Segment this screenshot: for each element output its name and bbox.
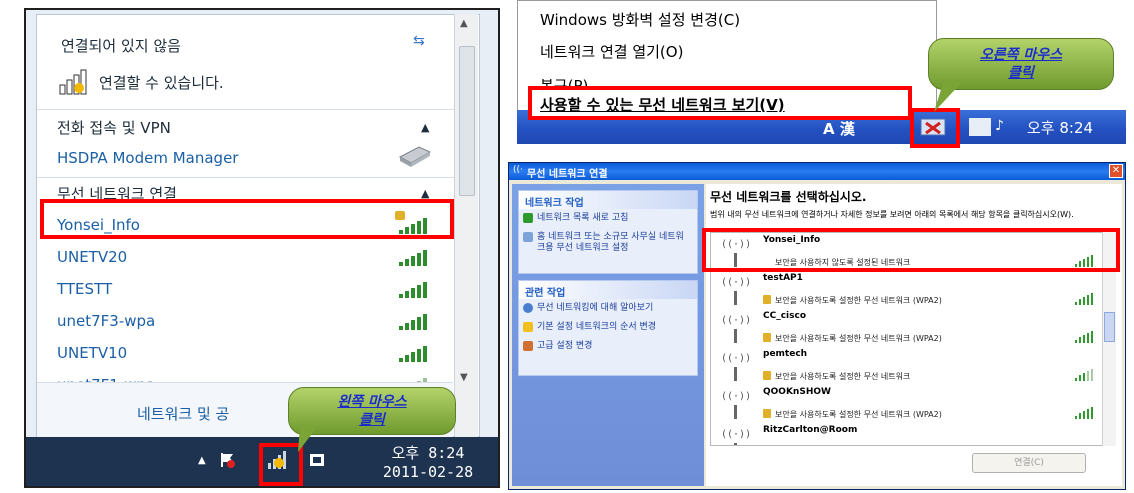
- help-icon: [523, 303, 533, 313]
- lock-icon: [763, 333, 771, 342]
- wifi-signal-icon: [399, 346, 429, 362]
- antenna-icon: ((·)): [721, 391, 753, 419]
- network-name: QOOKnSHOW: [763, 387, 831, 397]
- wifi-network-item[interactable]: UNETV20: [57, 248, 127, 266]
- network-row[interactable]: ((·)) RitzCarlton@Room: [711, 423, 1107, 445]
- network-name: RitzCarlton@Room: [763, 425, 858, 435]
- star-icon: [523, 322, 533, 332]
- dialup-item-hsdpa[interactable]: HSDPA Modem Manager: [57, 149, 238, 167]
- dialog-task-pane: 네트워크 작업 네트워크 목록 새로 고침 홈 네트워크 또는 소규모 사무실 …: [512, 184, 704, 486]
- network-security: 보안을 사용하도록 설정한 무선 네트워크 (WPA2): [775, 296, 942, 305]
- task-label: 홈 네트워크 또는 소규모 사무실 네트워크용 무선 네트워크 설정: [537, 232, 684, 253]
- scroll-up-icon[interactable]: ▲: [460, 18, 468, 29]
- network-row[interactable]: ((·)) pemtech 보안을 사용하도록 설정한 무선 네트워크: [711, 347, 1107, 385]
- signal-strength-icon: [1075, 407, 1093, 419]
- menu-item-open-connections[interactable]: 네트워크 연결 열기(O): [540, 41, 683, 62]
- callout-pointer: [298, 426, 318, 452]
- task-refresh-list[interactable]: 네트워크 목록 새로 고침: [519, 209, 697, 228]
- dialog-instructions: 범위 내의 무선 네트워크에 연결하거나 자세한 정보를 보려면 아래의 목록에…: [710, 210, 1074, 219]
- screenshot-root: 연결되어 있지 않음 ⇆ 연결할 수 있습니다. 전화 접속 및 VPN ▲ H…: [0, 0, 1134, 493]
- close-icon[interactable]: ✕: [1109, 164, 1123, 178]
- divider: [37, 109, 455, 110]
- network-signal-icon: [59, 69, 93, 95]
- taskbar-clock-date[interactable]: 2011-02-28: [374, 463, 482, 481]
- volume-icon[interactable]: ♪: [995, 118, 1013, 136]
- wireless-tray-icon[interactable]: [918, 115, 950, 139]
- dialog-title: 무선 네트워크 연결: [527, 169, 608, 180]
- connection-status-title: 연결되어 있지 않음: [61, 37, 181, 55]
- antenna-icon: ((·)): [721, 429, 753, 445]
- related-order[interactable]: 기본 설정 네트워크의 순서 변경: [519, 318, 697, 337]
- dialog-main-title: 무선 네트워크를 선택하십시오.: [710, 190, 867, 204]
- taskbar-clock-time[interactable]: 오후 8:24: [374, 442, 482, 463]
- related-learn[interactable]: 무선 네트워킹에 대해 알아보기: [519, 299, 697, 318]
- antenna-icon: ((·)): [721, 277, 753, 305]
- network-security: 보안을 사용하도록 설정한 무선 네트워크 (WPA2): [775, 410, 942, 419]
- taskbar-signal-icon[interactable]: [969, 118, 991, 136]
- scrollbar-thumb[interactable]: [459, 46, 475, 196]
- scroll-down-icon[interactable]: ▼: [460, 372, 468, 383]
- wifi-signal-icon: [399, 282, 429, 298]
- connection-status-subtitle: 연결할 수 있습니다.: [99, 74, 224, 92]
- callout-text: 오른쪽 마우스: [979, 47, 1063, 63]
- network-name: testAP1: [763, 273, 803, 283]
- network-row[interactable]: ((·)) testAP1 보안을 사용하도록 설정한 무선 네트워크 (WPA…: [711, 271, 1107, 309]
- task-setup-network[interactable]: 홈 네트워크 또는 소규모 사무실 네트워크용 무선 네트워크 설정: [519, 228, 697, 258]
- divider: [37, 177, 455, 178]
- wifi-network-item[interactable]: UNETV10: [57, 344, 127, 362]
- lock-icon: [763, 295, 771, 304]
- network-security: 보안을 사용하도록 설정한 무선 네트워크: [775, 372, 911, 381]
- callout-text: 왼쪽 마우스: [337, 394, 407, 410]
- show-hidden-icons-icon[interactable]: ▲: [198, 455, 206, 466]
- task-label: 무선 네트워킹에 대해 알아보기: [537, 303, 654, 313]
- scrollbar-thumb[interactable]: [1104, 312, 1115, 342]
- refresh-icon: [523, 213, 533, 223]
- callout-text: 클릭: [1008, 65, 1034, 81]
- antenna-icon: ((·)): [721, 353, 753, 381]
- signal-strength-icon: [1075, 293, 1093, 305]
- wifi-signal-icon: [399, 250, 429, 266]
- callout-pointer: [934, 80, 964, 112]
- task-label: 기본 설정 네트워크의 순서 변경: [537, 322, 657, 332]
- wifi-network-item[interactable]: TTESTT: [57, 280, 112, 298]
- network-tasks-box: 네트워크 작업 네트워크 목록 새로 고침 홈 네트워크 또는 소규모 사무실 …: [518, 190, 698, 274]
- wifi-network-item[interactable]: unet7F3-wpa: [57, 312, 155, 330]
- wireless-app-icon: ((·: [513, 165, 523, 175]
- modem-icon: [397, 143, 433, 169]
- collapse-caret-icon[interactable]: ▲: [421, 121, 429, 134]
- wizard-icon: [523, 232, 533, 242]
- related-tasks-box: 관련 작업 무선 네트워킹에 대해 알아보기 기본 설정 네트워크의 순서 변경…: [518, 280, 698, 376]
- lock-icon: [763, 371, 771, 380]
- language-bar[interactable]: A 漢: [823, 118, 855, 139]
- highlight-box-yonsei-info: [40, 199, 454, 239]
- task-label: 네트워크 목록 새로 고침: [537, 213, 629, 223]
- network-row[interactable]: ((·)) CC_cisco 보안을 사용하도록 설정한 무선 네트워크 (WP…: [711, 309, 1107, 347]
- dialog-titlebar: ((· 무선 네트워크 연결 ✕: [509, 163, 1125, 180]
- signal-strength-icon: [1075, 331, 1093, 343]
- highlight-box-yonsei-xp: [702, 228, 1120, 272]
- network-name: pemtech: [763, 349, 808, 359]
- network-security: 보안을 사용하도록 설정한 무선 네트워크 (WPA2): [775, 334, 942, 343]
- refresh-arrows-icon[interactable]: ⇆: [413, 33, 425, 49]
- task-box-heading: 네트워크 작업: [519, 191, 697, 209]
- antenna-icon: ((·)): [721, 315, 753, 343]
- related-advanced[interactable]: 고급 설정 변경: [519, 337, 697, 356]
- connect-button[interactable]: 연결(C): [972, 453, 1086, 473]
- network-row[interactable]: ((·)) QOOKnSHOW 보안을 사용하도록 설정한 무선 네트워크 (W…: [711, 385, 1107, 423]
- action-center-flag-icon[interactable]: [218, 451, 236, 469]
- highlight-box-view-wireless: [528, 86, 912, 120]
- lock-icon: [763, 409, 771, 418]
- settings-icon: [523, 341, 533, 351]
- menu-item-firewall[interactable]: Windows 방화벽 설정 변경(C): [540, 9, 740, 30]
- xp-taskbar-clock[interactable]: 오후 8:24: [1027, 117, 1093, 138]
- task-label: 고급 설정 변경: [537, 341, 593, 351]
- wifi-signal-icon: [399, 314, 429, 330]
- signal-strength-icon: [1075, 369, 1093, 381]
- task-box-heading: 관련 작업: [519, 281, 697, 299]
- network-name: CC_cisco: [763, 311, 807, 321]
- section-dialup-vpn: 전화 접속 및 VPN: [57, 119, 171, 137]
- network-sharing-center-link[interactable]: 네트워크 및 공: [137, 403, 229, 424]
